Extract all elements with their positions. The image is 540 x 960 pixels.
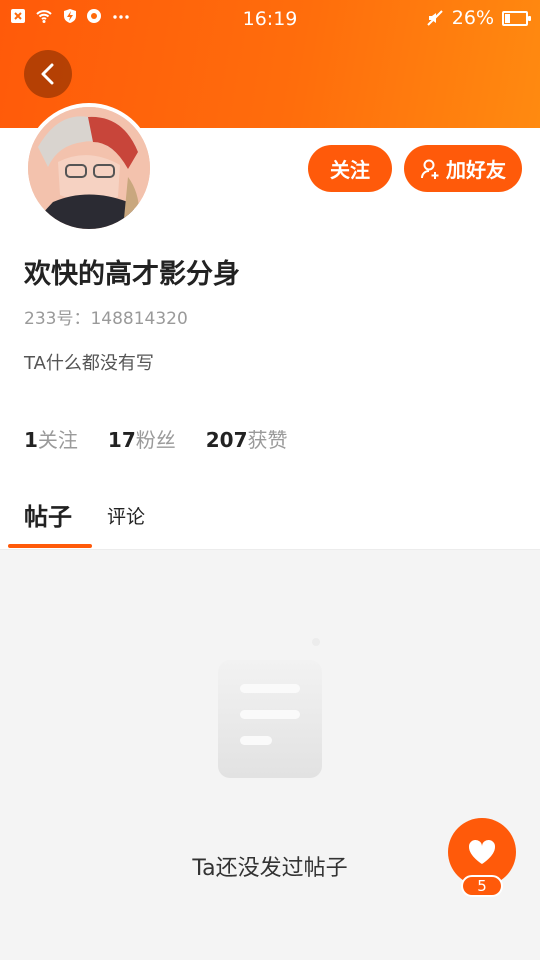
stat-label: 获赞 (247, 428, 288, 452)
stats-row: 1关注 17粉丝 207获赞 (24, 424, 288, 453)
tab-comments[interactable]: 评论 (107, 502, 145, 529)
battery-icon (502, 10, 531, 26)
like-count-badge: 5 (461, 875, 503, 897)
avatar-image (28, 107, 150, 229)
nickname: 欢快的高才影分身 (24, 259, 240, 290)
stat-label: 粉丝 (135, 428, 176, 452)
status-icons-right: 26% (426, 7, 531, 29)
battery-percent: 26% (451, 7, 494, 29)
stat-number: 17 (107, 428, 136, 452)
document-icon (218, 638, 322, 778)
stat-number: 1 (24, 428, 38, 452)
stat-label: 关注 (37, 428, 78, 452)
heart-icon (468, 839, 496, 864)
mute-icon (427, 10, 443, 26)
active-tab-indicator (8, 544, 92, 548)
back-button[interactable] (24, 50, 72, 98)
status-bar: 16:19 26% (0, 0, 540, 40)
add-friend-button[interactable]: 加好友 (404, 145, 522, 192)
avatar[interactable] (24, 103, 154, 233)
add-user-icon (421, 159, 439, 179)
chevron-left-icon (41, 63, 54, 85)
follow-label: 关注 (330, 158, 370, 182)
stat-fans[interactable]: 17粉丝 (108, 424, 176, 453)
stat-following[interactable]: 1关注 (24, 424, 78, 453)
stat-number: 207 (205, 428, 248, 452)
tab-posts[interactable]: 帖子 (24, 497, 72, 532)
stat-likes: 207获赞 (206, 424, 288, 453)
tab-bar: 帖子 评论 (0, 490, 540, 550)
bio: TA什么都没有写 (24, 353, 154, 374)
user-id: 233号：148814320 (24, 309, 188, 329)
follow-button[interactable]: 关注 (308, 145, 392, 192)
add-friend-label: 加好友 (446, 158, 506, 182)
